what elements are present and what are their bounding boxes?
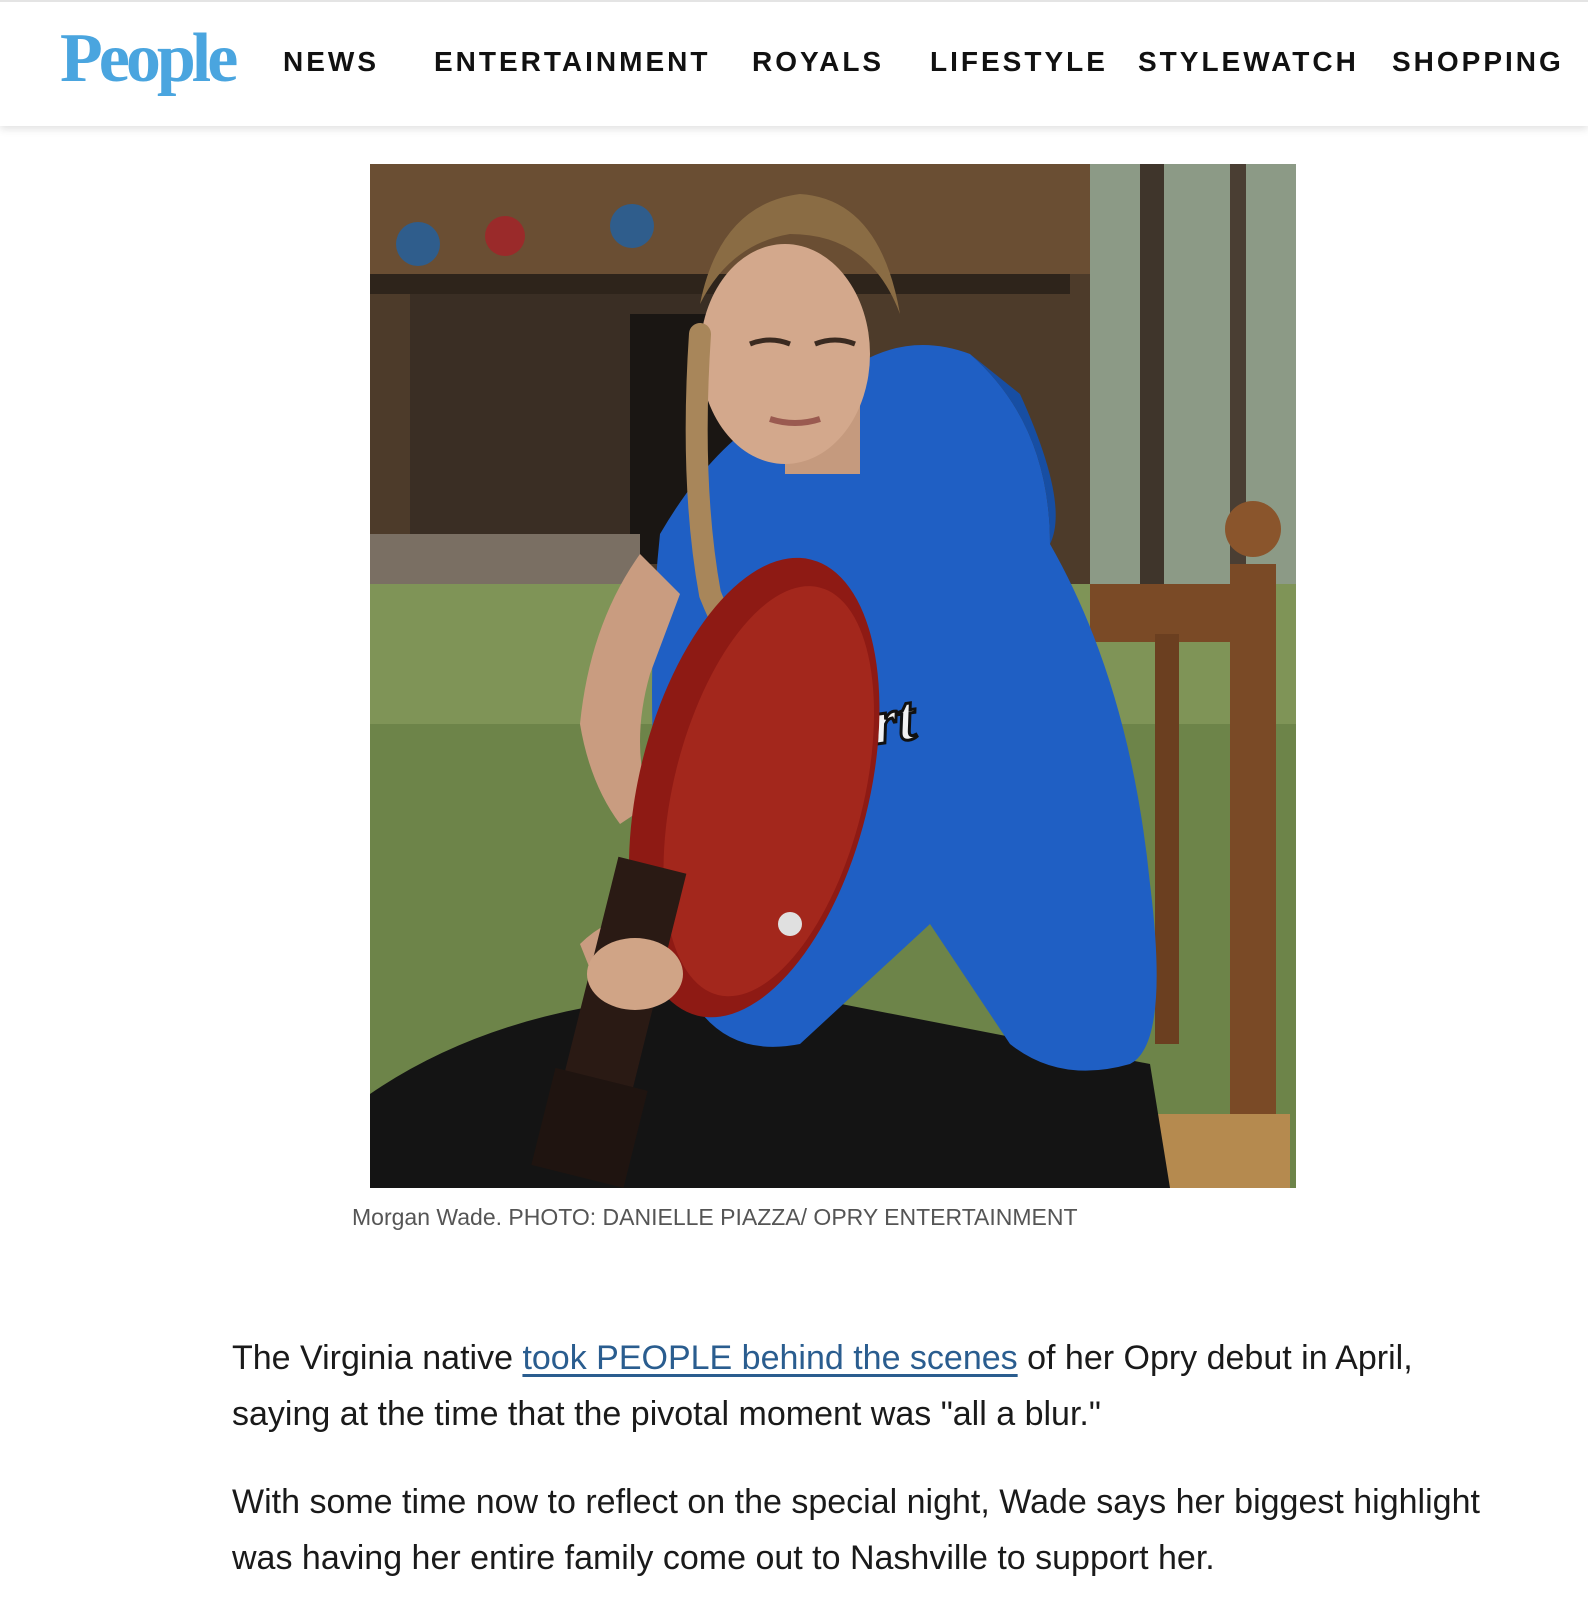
nav-royals[interactable]: ROYALS bbox=[752, 46, 884, 78]
paragraph-1-intro: The Virginia native bbox=[232, 1339, 523, 1377]
nav-entertainment[interactable]: ENTERTAINMENT bbox=[434, 46, 710, 78]
nav-news[interactable]: NEWS bbox=[283, 46, 379, 78]
paragraph-2: With some time now to reflect on the spe… bbox=[232, 1483, 1480, 1577]
nav-shopping[interactable]: SHOPPING bbox=[1392, 46, 1564, 78]
photo-caption: Morgan Wade. PHOTO: DANIELLE PIAZZA/ OPR… bbox=[352, 1204, 1078, 1230]
site-header: People NEWS ENTERTAINMENT ROYALS LIFESTY… bbox=[0, 0, 1588, 126]
people-logo[interactable]: People bbox=[60, 24, 238, 94]
nav-lifestyle[interactable]: LIFESTYLE bbox=[930, 46, 1108, 78]
article-photo: ffort bbox=[370, 164, 1296, 1188]
behind-the-scenes-link[interactable]: took PEOPLE behind the scenes bbox=[522, 1339, 1017, 1377]
paragraph-1: The Virginia native took PEOPLE behind t… bbox=[232, 1330, 1482, 1442]
article-figure: ffort bbox=[370, 164, 1296, 1188]
nav-stylewatch[interactable]: STYLEWATCH bbox=[1138, 46, 1359, 78]
article-body: The Virginia native took PEOPLE behind t… bbox=[232, 1330, 1482, 1618]
